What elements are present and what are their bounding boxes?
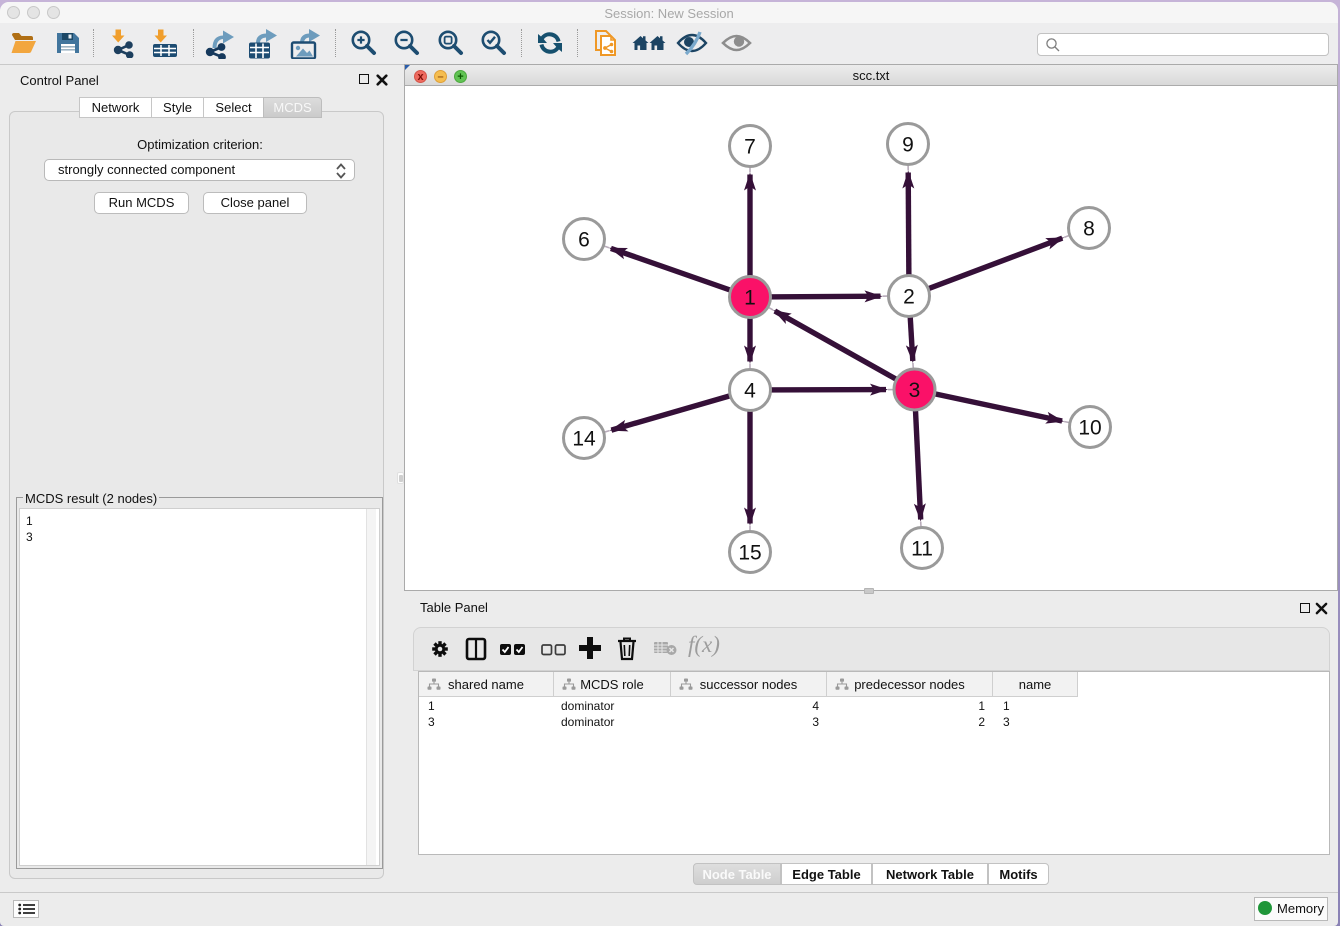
svg-text:2: 2 xyxy=(903,286,915,309)
svg-text:6: 6 xyxy=(578,229,590,252)
svg-text:9: 9 xyxy=(902,134,914,157)
svg-text:7: 7 xyxy=(744,136,756,159)
svg-text:10: 10 xyxy=(1078,417,1101,440)
svg-text:1: 1 xyxy=(744,287,756,310)
svg-text:15: 15 xyxy=(738,542,761,565)
svg-text:14: 14 xyxy=(572,428,596,451)
svg-text:3: 3 xyxy=(909,379,921,402)
svg-text:11: 11 xyxy=(911,538,933,561)
svg-text:4: 4 xyxy=(744,380,756,403)
svg-text:8: 8 xyxy=(1083,218,1095,241)
